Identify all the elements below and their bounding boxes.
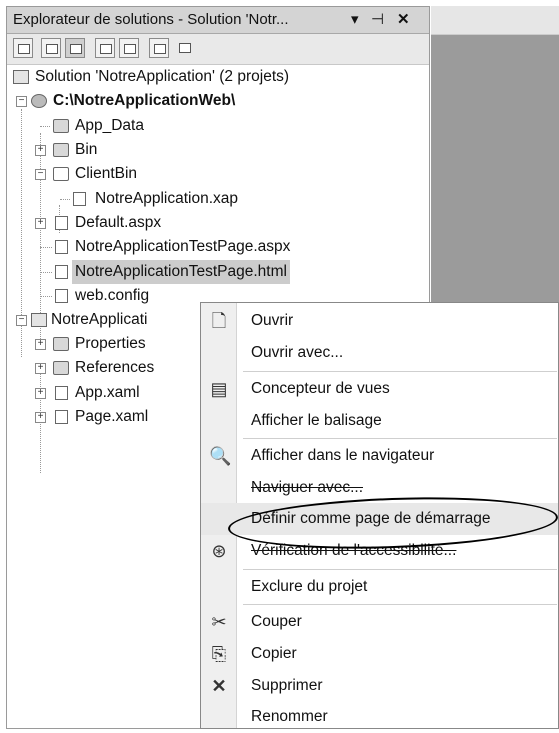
tree-item-label: Default.aspx — [75, 214, 162, 231]
delete-icon: ✕ — [211, 676, 227, 696]
browser-icon: 🔍 — [209, 446, 232, 466]
menu-item-label: Renommer — [251, 708, 328, 725]
menu-separator — [243, 569, 557, 570]
menu-item-exclude[interactable]: Exclure du projet — [201, 571, 558, 603]
tree-item-label: App.xaml — [75, 384, 140, 401]
open-folder-icon — [53, 167, 69, 181]
properties-icon[interactable] — [13, 38, 33, 58]
collapse-icon[interactable]: − — [16, 96, 27, 107]
menu-item-label: Supprimer — [251, 677, 323, 694]
menu-item-open[interactable]: 🗋 Ouvrir — [201, 305, 558, 337]
menu-item-label: Ouvrir — [251, 312, 294, 329]
xaml-file-icon — [55, 386, 68, 400]
tree-item-label: NotreApplicationTestPage.html — [72, 260, 290, 284]
menu-item-label: Ouvrir avec... — [251, 344, 344, 361]
config-file-icon — [55, 289, 68, 303]
aspx-file-icon — [55, 216, 68, 230]
folder-icon — [53, 119, 69, 133]
class-diagram-icon[interactable] — [175, 38, 195, 58]
menu-item-view-markup[interactable]: Afficher le balisage — [201, 405, 558, 437]
accessibility-icon: ⊛ — [211, 541, 227, 561]
collapse-icon[interactable]: − — [35, 169, 46, 180]
tree-item-label: C:\NotreApplicationWeb\ — [53, 92, 236, 109]
menu-item-label: Naviguer avec... — [251, 479, 363, 496]
designer-icon: ▤ — [210, 379, 228, 399]
menu-item-delete[interactable]: ✕ Supprimer — [201, 670, 558, 702]
tree-item-label: ClientBin — [75, 165, 138, 182]
expand-icon[interactable]: + — [35, 363, 46, 374]
menu-item-view-designer[interactable]: ▤ Concepteur de vues — [201, 373, 558, 405]
panel-toolbar — [7, 34, 429, 65]
tree-item-label: NotreApplicati — [51, 311, 148, 328]
menu-item-label: Couper — [251, 613, 302, 630]
xap-file-icon — [73, 192, 86, 206]
menu-item-cut[interactable]: ✂ Couper — [201, 606, 558, 638]
auto-hide-icon[interactable]: ⊣ — [371, 10, 384, 28]
tree-item-label: Bin — [75, 141, 98, 158]
expand-icon[interactable]: + — [35, 412, 46, 423]
menu-separator — [243, 438, 557, 439]
menu-item-rename[interactable]: Renommer — [201, 701, 558, 733]
panel-titlebar: Explorateur de solutions - Solution 'Not… — [7, 7, 429, 34]
web-project-icon — [31, 94, 47, 108]
view-designer-icon[interactable] — [119, 38, 139, 58]
menu-separator — [243, 604, 557, 605]
tree-item-label: NotreApplication.xap — [95, 190, 239, 207]
menu-item-open-with[interactable]: Ouvrir avec... — [201, 337, 558, 369]
tree-item-label: Page.xaml — [75, 408, 149, 425]
editor-tab-strip — [431, 6, 559, 35]
menu-item-copy[interactable]: ⎘ Copier — [201, 638, 558, 670]
view-code-icon[interactable] — [95, 38, 115, 58]
tree-item-label: web.config — [75, 287, 150, 304]
tree-item-label: References — [75, 359, 155, 376]
references-folder-icon — [53, 361, 69, 375]
copy-icon: ⎘ — [211, 644, 227, 664]
show-all-files-icon[interactable] — [65, 38, 85, 58]
html-file-icon — [55, 265, 68, 279]
nest-files-icon[interactable] — [149, 38, 169, 58]
close-icon[interactable]: ✕ — [397, 10, 410, 28]
editor-background — [431, 35, 559, 305]
expand-icon[interactable]: + — [35, 339, 46, 350]
menu-separator — [243, 371, 557, 372]
menu-item-label: Exclure du projet — [251, 578, 368, 595]
panel-title: Explorateur de solutions - Solution 'Not… — [13, 11, 289, 28]
tree-item-label: Properties — [75, 335, 146, 352]
menu-item-label: Afficher dans le navigateur — [251, 447, 435, 464]
expand-icon[interactable]: + — [35, 145, 46, 156]
scissors-icon: ✂ — [211, 612, 227, 632]
tree-item-label: App_Data — [75, 117, 144, 134]
open-icon: 🗋 — [211, 311, 227, 331]
tree-item-label: NotreApplicationTestPage.aspx — [75, 238, 291, 255]
properties-folder-icon — [53, 337, 69, 351]
collapse-icon[interactable]: − — [16, 315, 27, 326]
menu-item-view-in-browser[interactable]: 🔍 Afficher dans le navigateur — [201, 440, 558, 472]
expand-icon[interactable]: + — [35, 388, 46, 399]
refresh-icon[interactable] — [41, 38, 61, 58]
tree-item-label: Solution 'NotreApplication' (2 projets) — [35, 68, 290, 85]
menu-item-label: Afficher le balisage — [251, 412, 382, 429]
menu-item-label: Concepteur de vues — [251, 380, 390, 397]
folder-icon — [53, 143, 69, 157]
csharp-project-icon — [31, 313, 47, 327]
xaml-file-icon — [55, 410, 68, 424]
expand-icon[interactable]: + — [35, 218, 46, 229]
solution-icon — [13, 70, 29, 84]
aspx-file-icon — [55, 240, 68, 254]
menu-item-label: Copier — [251, 645, 297, 662]
window-position-icon[interactable]: ▾ — [351, 10, 359, 28]
